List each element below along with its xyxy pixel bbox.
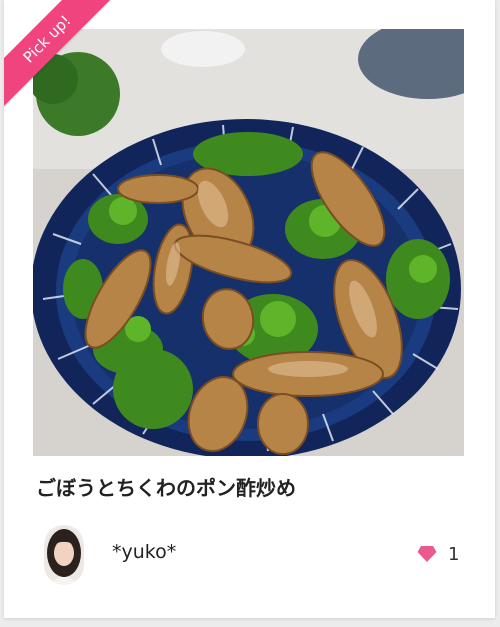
like-count: 1 bbox=[448, 543, 460, 565]
author-avatar[interactable] bbox=[44, 525, 84, 585]
recipe-title[interactable]: ごぼうとちくわのポン酢炒め bbox=[36, 472, 296, 501]
heart-icon bbox=[417, 546, 437, 562]
like-button[interactable]: 1 bbox=[416, 541, 459, 567]
recipe-photo-image bbox=[33, 29, 464, 456]
author-name[interactable]: *yuko* bbox=[112, 541, 176, 563]
recipe-card[interactable]: Pick up! ごぼうとちくわのポン酢炒め *yuko* 1 bbox=[4, 0, 495, 618]
recipe-photo[interactable] bbox=[33, 29, 464, 456]
